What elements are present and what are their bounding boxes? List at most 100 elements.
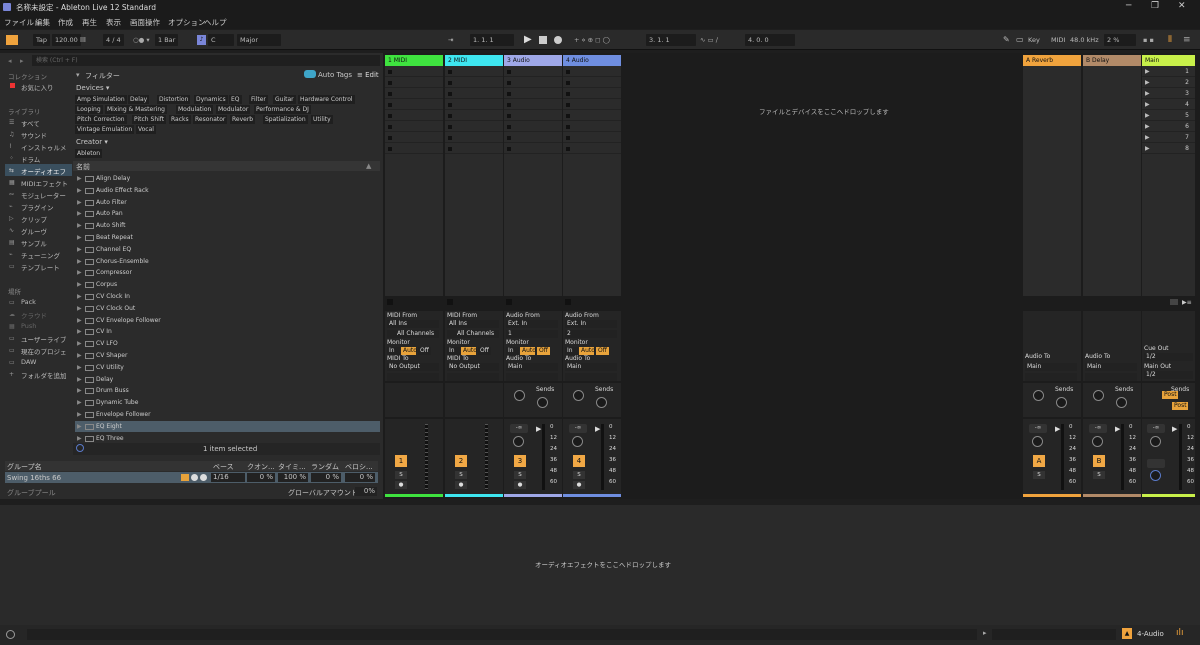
clip-slot[interactable]: [563, 144, 621, 154]
loop-length[interactable]: 4. 0. 0: [745, 34, 795, 46]
play-icon[interactable]: ▶: [524, 34, 532, 45]
scene-launch[interactable]: ▶ 6: [1142, 122, 1195, 132]
stop-all-clips-icon[interactable]: [1170, 299, 1178, 305]
track-activator-button[interactable]: B: [1093, 455, 1105, 467]
output-select[interactable]: No Output: [447, 363, 499, 371]
output-channel-select[interactable]: [565, 373, 617, 381]
input-type-select[interactable]: Ext. In: [565, 320, 617, 328]
groove-random-value[interactable]: 0 %: [311, 473, 341, 482]
solo-button[interactable]: S: [514, 471, 526, 479]
browser-item[interactable]: ▶ Auto Pan: [75, 208, 380, 219]
metronome-icon[interactable]: ○● ▾: [133, 36, 150, 44]
monitor-off-button[interactable]: Off: [478, 347, 491, 355]
nudge-icon[interactable]: ⦀⦀: [80, 36, 86, 45]
clip-stop-button-icon[interactable]: [507, 103, 511, 107]
maximize-icon[interactable]: ❐: [1151, 1, 1159, 11]
browser-item[interactable]: ▶ Audio Effect Rack: [75, 185, 380, 196]
expand-arrow-icon[interactable]: ▶: [77, 208, 82, 219]
tag-racks[interactable]: Racks: [169, 115, 191, 124]
track-header[interactable]: 1 MIDI: [385, 55, 443, 66]
scene-play-icon[interactable]: ▶: [1145, 68, 1150, 75]
clip-stop-button-icon[interactable]: [566, 70, 570, 74]
arm-button[interactable]: ●: [455, 481, 467, 489]
groove-col-quantize[interactable]: クオン...: [247, 462, 275, 472]
groove-commit-icon[interactable]: [181, 474, 189, 481]
browser-item[interactable]: ▶ CV Envelope Follower: [75, 315, 380, 326]
clip-slot[interactable]: [563, 122, 621, 132]
clip-slot[interactable]: [504, 144, 562, 154]
volume-fader-handle-icon[interactable]: ▶: [1055, 425, 1060, 433]
expand-arrow-icon[interactable]: ▶: [77, 197, 82, 208]
place-daw[interactable]: DAW: [21, 358, 36, 366]
scene-launch[interactable]: ▶ 8: [1142, 144, 1195, 154]
tag-modulation[interactable]: Modulation: [176, 105, 214, 114]
scene-launch[interactable]: ▶ 1: [1142, 67, 1195, 77]
groove-hot-swap-icon[interactable]: [191, 474, 198, 481]
scene-launch[interactable]: ▶ 3: [1142, 89, 1195, 99]
main-track-header[interactable]: Main: [1142, 55, 1195, 66]
scene-play-icon[interactable]: ▶: [1145, 123, 1150, 130]
clip-stop-button-icon[interactable]: [566, 147, 570, 151]
clip-slot[interactable]: [504, 133, 562, 143]
volume-fader-handle-icon[interactable]: ▶: [1115, 425, 1120, 433]
ext-sync-icon[interactable]: [6, 35, 18, 45]
output-channel-select[interactable]: [506, 373, 558, 381]
clip-slot[interactable]: [385, 100, 443, 110]
scene-play-icon[interactable]: ▶: [1145, 79, 1150, 86]
track-header[interactable]: 3 Audio: [504, 55, 562, 66]
scene-play-icon[interactable]: ▶: [1145, 112, 1150, 119]
sidebar-item-clips[interactable]: クリップ: [21, 214, 47, 224]
clip-stop-button-icon[interactable]: [507, 92, 511, 96]
groove-col-random[interactable]: ランダム: [311, 462, 339, 472]
input-channel-select[interactable]: All Channels: [447, 330, 499, 338]
sidebar-item-favorites[interactable]: お気に入り: [21, 82, 54, 92]
sidebar-item-tunings[interactable]: チューニング: [21, 250, 60, 260]
clip-slot[interactable]: [385, 133, 443, 143]
clip-stop-button-icon[interactable]: [448, 147, 452, 151]
scene-launch[interactable]: ▶ 2: [1142, 78, 1195, 88]
monitor-in-button[interactable]: In: [447, 347, 460, 355]
expand-arrow-icon[interactable]: ▶: [77, 279, 82, 290]
forward-icon[interactable]: ▸: [20, 57, 24, 65]
back-icon[interactable]: ◂: [8, 57, 12, 65]
scroll-right-icon[interactable]: ▸: [983, 629, 987, 637]
quantize-menu[interactable]: 1 Bar: [155, 34, 179, 46]
sidebar-item-drums[interactable]: ドラム: [21, 154, 40, 164]
info-icon[interactable]: [6, 630, 15, 639]
clip-stop-button-icon[interactable]: [448, 125, 452, 129]
solo-button[interactable]: S: [455, 471, 467, 479]
main-pan-knob[interactable]: [1150, 436, 1161, 447]
loop-start[interactable]: 3. 1. 1: [646, 34, 696, 46]
clip-stop-button-icon[interactable]: [507, 136, 511, 140]
output-select[interactable]: Main: [1085, 363, 1137, 371]
output-select[interactable]: Main: [506, 363, 558, 371]
clip-stop-button-icon[interactable]: [448, 136, 452, 140]
clip-stop-button-icon[interactable]: [448, 114, 452, 118]
sidebar-item-all[interactable]: すべて: [21, 118, 40, 128]
expand-arrow-icon[interactable]: ▶: [77, 244, 82, 255]
send-a-knob[interactable]: [1093, 390, 1104, 401]
scale-mode-icon[interactable]: ♪: [197, 35, 206, 45]
groove-row[interactable]: Swing 16ths 66 1/16 0 % 100 % 0 % 0 %: [5, 472, 378, 483]
tag-eq[interactable]: EQ: [229, 95, 242, 104]
monitor-in-button[interactable]: In: [506, 347, 519, 355]
expand-arrow-icon[interactable]: ▶: [77, 232, 82, 243]
solo-button[interactable]: S: [1033, 471, 1045, 479]
main-out-select[interactable]: 1/2: [1144, 371, 1193, 379]
expand-arrow-icon[interactable]: ▶: [77, 374, 82, 385]
preview-icon[interactable]: [76, 444, 84, 452]
sidebar-item-plugins[interactable]: プラグイン: [21, 202, 54, 212]
expand-arrow-icon[interactable]: ▶: [77, 267, 82, 278]
send-a-knob[interactable]: [1033, 390, 1044, 401]
clip-stop-button-icon[interactable]: [507, 114, 511, 118]
filter-toggle-icon[interactable]: ▾: [76, 71, 80, 79]
output-select[interactable]: Main: [1025, 363, 1077, 371]
tag-guitar[interactable]: Guitar: [273, 95, 296, 104]
send-a-knob[interactable]: [514, 390, 525, 401]
clip-slot[interactable]: [445, 122, 503, 132]
clip-stop-button-icon[interactable]: [388, 92, 392, 96]
song-position[interactable]: 1. 1. 1: [470, 34, 514, 46]
solo-button[interactable]: S: [573, 471, 585, 479]
clip-slot[interactable]: [385, 144, 443, 154]
pan-knob[interactable]: [1092, 436, 1103, 447]
